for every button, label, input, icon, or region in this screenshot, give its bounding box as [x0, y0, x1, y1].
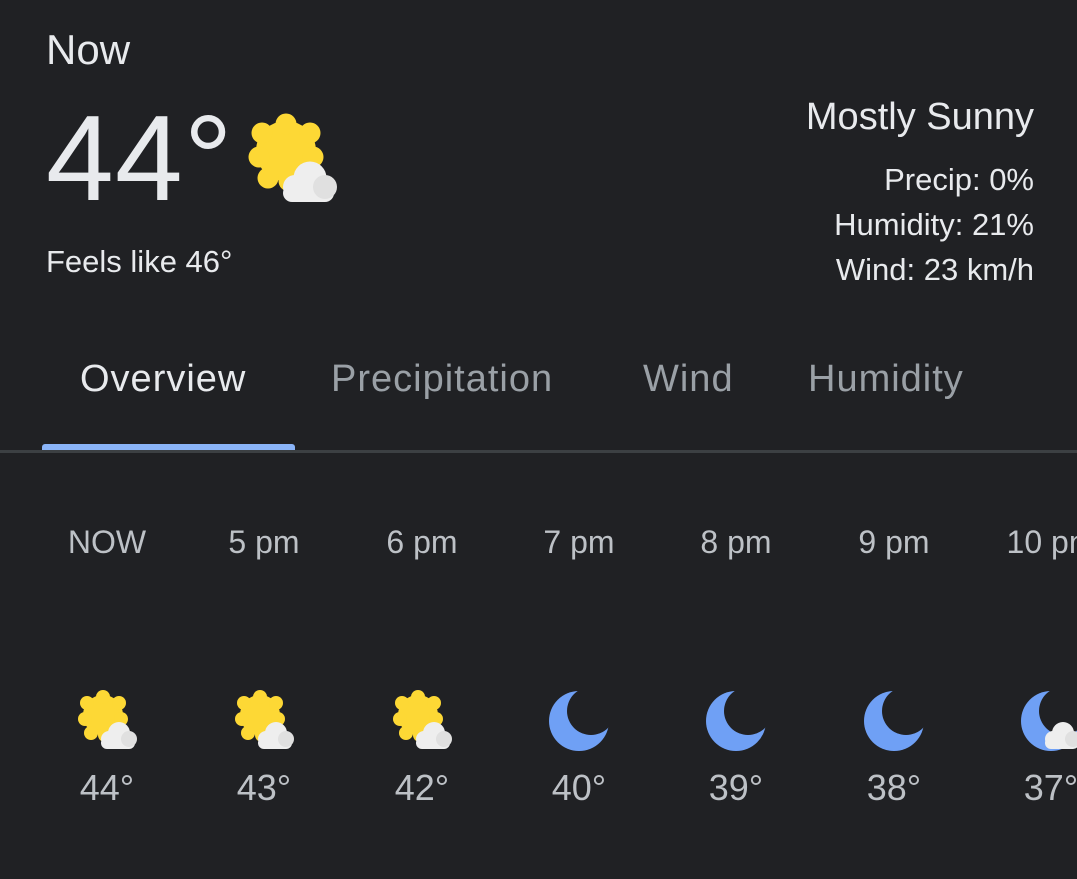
sun-cloud-icon — [78, 690, 137, 749]
hour-time: 6 pm — [386, 524, 458, 560]
hour-item[interactable]: 9 pm 38° — [815, 500, 973, 809]
hour-temp: 38° — [866, 767, 922, 808]
hour-item[interactable]: 10 pm 37° — [972, 500, 1077, 809]
feels-like-text: Feels like 46° — [46, 244, 233, 279]
hour-temp: 42° — [394, 767, 450, 808]
current-now-label: Now — [46, 26, 131, 73]
hour-item[interactable]: 5 pm 43° — [185, 500, 343, 809]
hour-time: 8 pm — [700, 524, 772, 560]
hour-time: 5 pm — [228, 524, 300, 560]
hour-temp: 44° — [79, 767, 135, 808]
hour-temp: 43° — [236, 767, 292, 808]
hour-time: 7 pm — [543, 524, 615, 560]
tab-wind[interactable]: Wind — [643, 358, 734, 401]
tab-precipitation[interactable]: Precipitation — [331, 358, 553, 401]
wind-text: Wind: 23 km/h — [835, 252, 1034, 287]
moon-cloud-icon — [1021, 691, 1077, 751]
moon-icon — [549, 691, 609, 751]
hour-temp: 39° — [708, 767, 764, 808]
hour-item[interactable]: 7 pm 40° — [500, 500, 658, 809]
hour-time: NOW — [67, 524, 147, 560]
hour-temp: 37° — [1023, 767, 1077, 808]
current-details: Mostly Sunny Precip: 0% Humidity: 21% Wi… — [806, 96, 1034, 292]
hourly-forecast[interactable]: NOW 44° 5 pm 43° 6 pm 42° 7 pm 40° 8 pm — [0, 500, 1077, 879]
moon-icon — [864, 691, 924, 751]
tabs-divider — [0, 450, 1077, 453]
hour-time: 9 pm — [858, 524, 930, 560]
sun-cloud-icon — [235, 690, 294, 749]
moon-icon — [706, 691, 766, 751]
current-temperature: 44° — [46, 90, 234, 226]
sun-cloud-icon — [393, 690, 452, 749]
forecast-tabs: Overview Precipitation Wind Humidity — [0, 340, 1077, 453]
humidity-text: Humidity: 21% — [834, 207, 1034, 242]
hour-item[interactable]: 6 pm 42° — [343, 500, 501, 809]
tab-humidity[interactable]: Humidity — [808, 358, 964, 401]
hour-item[interactable]: 8 pm 39° — [657, 500, 815, 809]
hour-temp: 40° — [551, 767, 607, 808]
tab-overview[interactable]: Overview — [80, 358, 246, 401]
condition-text: Mostly Sunny — [805, 96, 1034, 138]
sun-cloud-icon — [248, 113, 337, 202]
precip-text: Precip: 0% — [884, 162, 1034, 197]
hour-time: 10 pm — [1006, 524, 1077, 560]
hour-item[interactable]: NOW 44° — [28, 500, 186, 809]
